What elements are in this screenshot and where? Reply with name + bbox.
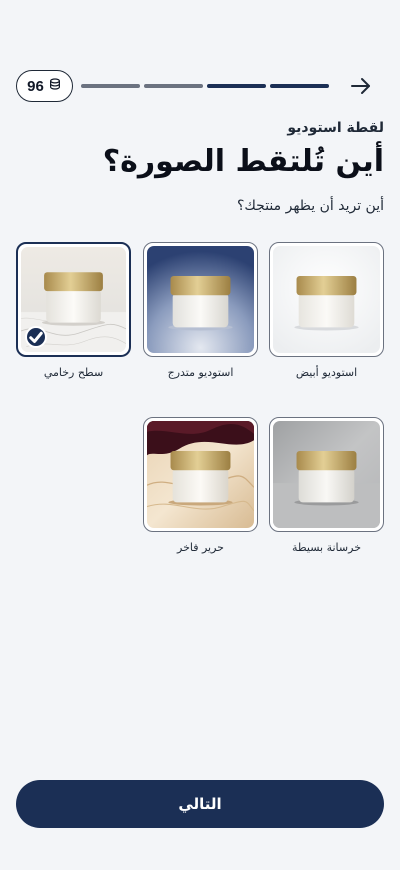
- next-button[interactable]: التالي: [16, 780, 384, 828]
- selected-check-icon: [25, 326, 47, 348]
- progress-segment: [207, 84, 266, 88]
- option-thumbnail: [21, 247, 126, 352]
- option-thumbnail: [273, 421, 380, 528]
- option-card-white-studio[interactable]: [269, 242, 384, 357]
- credits-badge[interactable]: 96: [16, 70, 73, 102]
- credits-count: 96: [27, 77, 44, 95]
- progress-indicator: [81, 84, 329, 88]
- option-label: حرير فاخر: [177, 541, 224, 554]
- arrow-right-icon: [351, 78, 370, 94]
- progress-segment: [270, 84, 329, 88]
- progress-segment: [144, 84, 203, 88]
- page-title: أين تُلتقط الصورة؟: [102, 144, 384, 179]
- option-card-marble-surface[interactable]: [16, 242, 131, 357]
- option-card-concrete[interactable]: [269, 417, 384, 532]
- back-button[interactable]: [346, 72, 376, 100]
- option-thumbnail: [273, 246, 380, 353]
- option-label: خرسانة بسيطة: [291, 541, 361, 554]
- progress-segment: [81, 84, 140, 88]
- option-thumbnail: [147, 421, 254, 528]
- coins-icon: [48, 77, 62, 95]
- option-label: استوديو متدرج: [167, 366, 234, 379]
- option-card-luxury-silk[interactable]: [143, 417, 258, 532]
- option-card-gradient-studio[interactable]: [143, 242, 258, 357]
- step-label: لقطة استوديو: [287, 120, 384, 136]
- option-label: استوديو أبيض: [295, 366, 358, 379]
- top-bar: 96: [0, 0, 400, 120]
- option-label: سطح رخامي: [43, 366, 104, 379]
- page-subtitle: أين تريد أن يظهر منتجك؟: [236, 198, 384, 214]
- option-thumbnail: [147, 246, 254, 353]
